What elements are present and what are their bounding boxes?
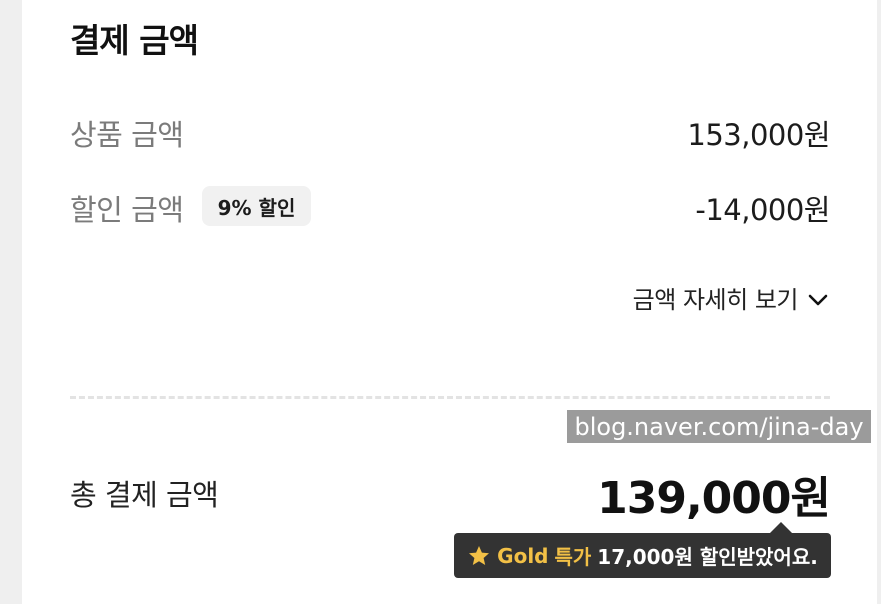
star-icon (469, 545, 490, 565)
total-amount-value: 139,000원 (597, 473, 831, 524)
product-amount-value: 153,000원 (687, 118, 830, 152)
special-price-label: 특가 (554, 545, 592, 569)
blog-watermark: blog.naver.com/jina-day (567, 410, 871, 443)
section-divider (70, 396, 830, 399)
section-title: 결제 금액 (70, 21, 199, 60)
tooltip-message: 17,000원 할인받았어요. (597, 545, 818, 569)
details-toggle-button[interactable]: 금액 자세히 보기 (633, 280, 830, 315)
gold-discount-tooltip: Gold 특가 17,000원 할인받았어요. (454, 533, 831, 578)
details-toggle-label: 금액 자세히 보기 (632, 286, 799, 314)
product-amount-label: 상품 금액 (70, 118, 184, 152)
discount-badge: 9% 할인 (202, 186, 311, 226)
gold-tier-label: Gold (497, 543, 549, 568)
total-amount-label: 총 결제 금액 (70, 478, 219, 512)
chevron-down-icon (808, 294, 828, 305)
discount-amount-label: 할인 금액 (70, 193, 184, 227)
tooltip-arrow (770, 522, 792, 533)
discount-amount-value: -14,000원 (695, 193, 830, 227)
